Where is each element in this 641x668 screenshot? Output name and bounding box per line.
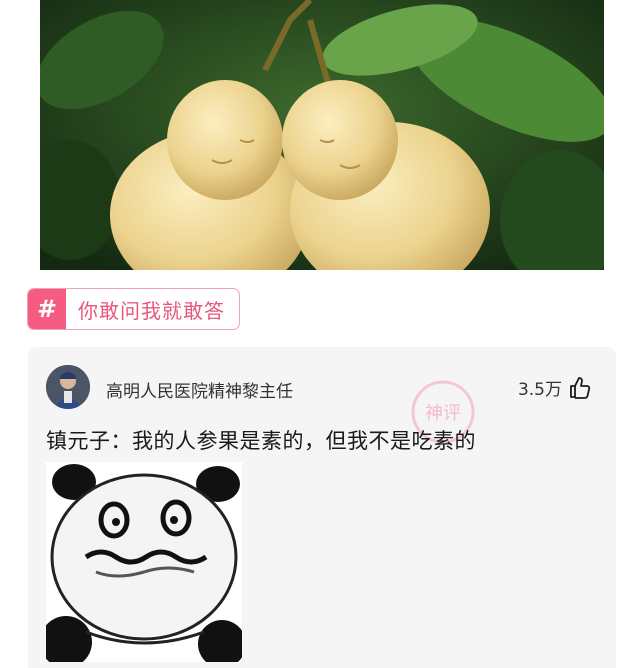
thumbs-up-icon [570, 376, 591, 399]
topic-tag[interactable]: # 你敢问我就敢答 [27, 288, 240, 330]
hot-comment-card: 高明人民医院精神黎主任 神评 3.5万 镇元子：我的人参果是素的，但我不是吃素的 [28, 347, 616, 668]
hashtag-icon: # [28, 289, 66, 329]
like-button[interactable]: 3.5万 [518, 375, 592, 400]
like-count: 3.5万 [517, 380, 562, 400]
avatar[interactable] [46, 365, 90, 409]
top-comment-badge-text: 神评 [425, 403, 461, 424]
panda-meme-image[interactable] [40, 462, 246, 668]
comment-text: 镇元子：我的人参果是素的，但我不是吃素的 [46, 429, 476, 453]
topic-tag-label: 你敢问我就敢答 [78, 298, 225, 323]
post-image[interactable] [40, 0, 604, 270]
comment-author[interactable]: 高明人民医院精神黎主任 [106, 377, 293, 402]
